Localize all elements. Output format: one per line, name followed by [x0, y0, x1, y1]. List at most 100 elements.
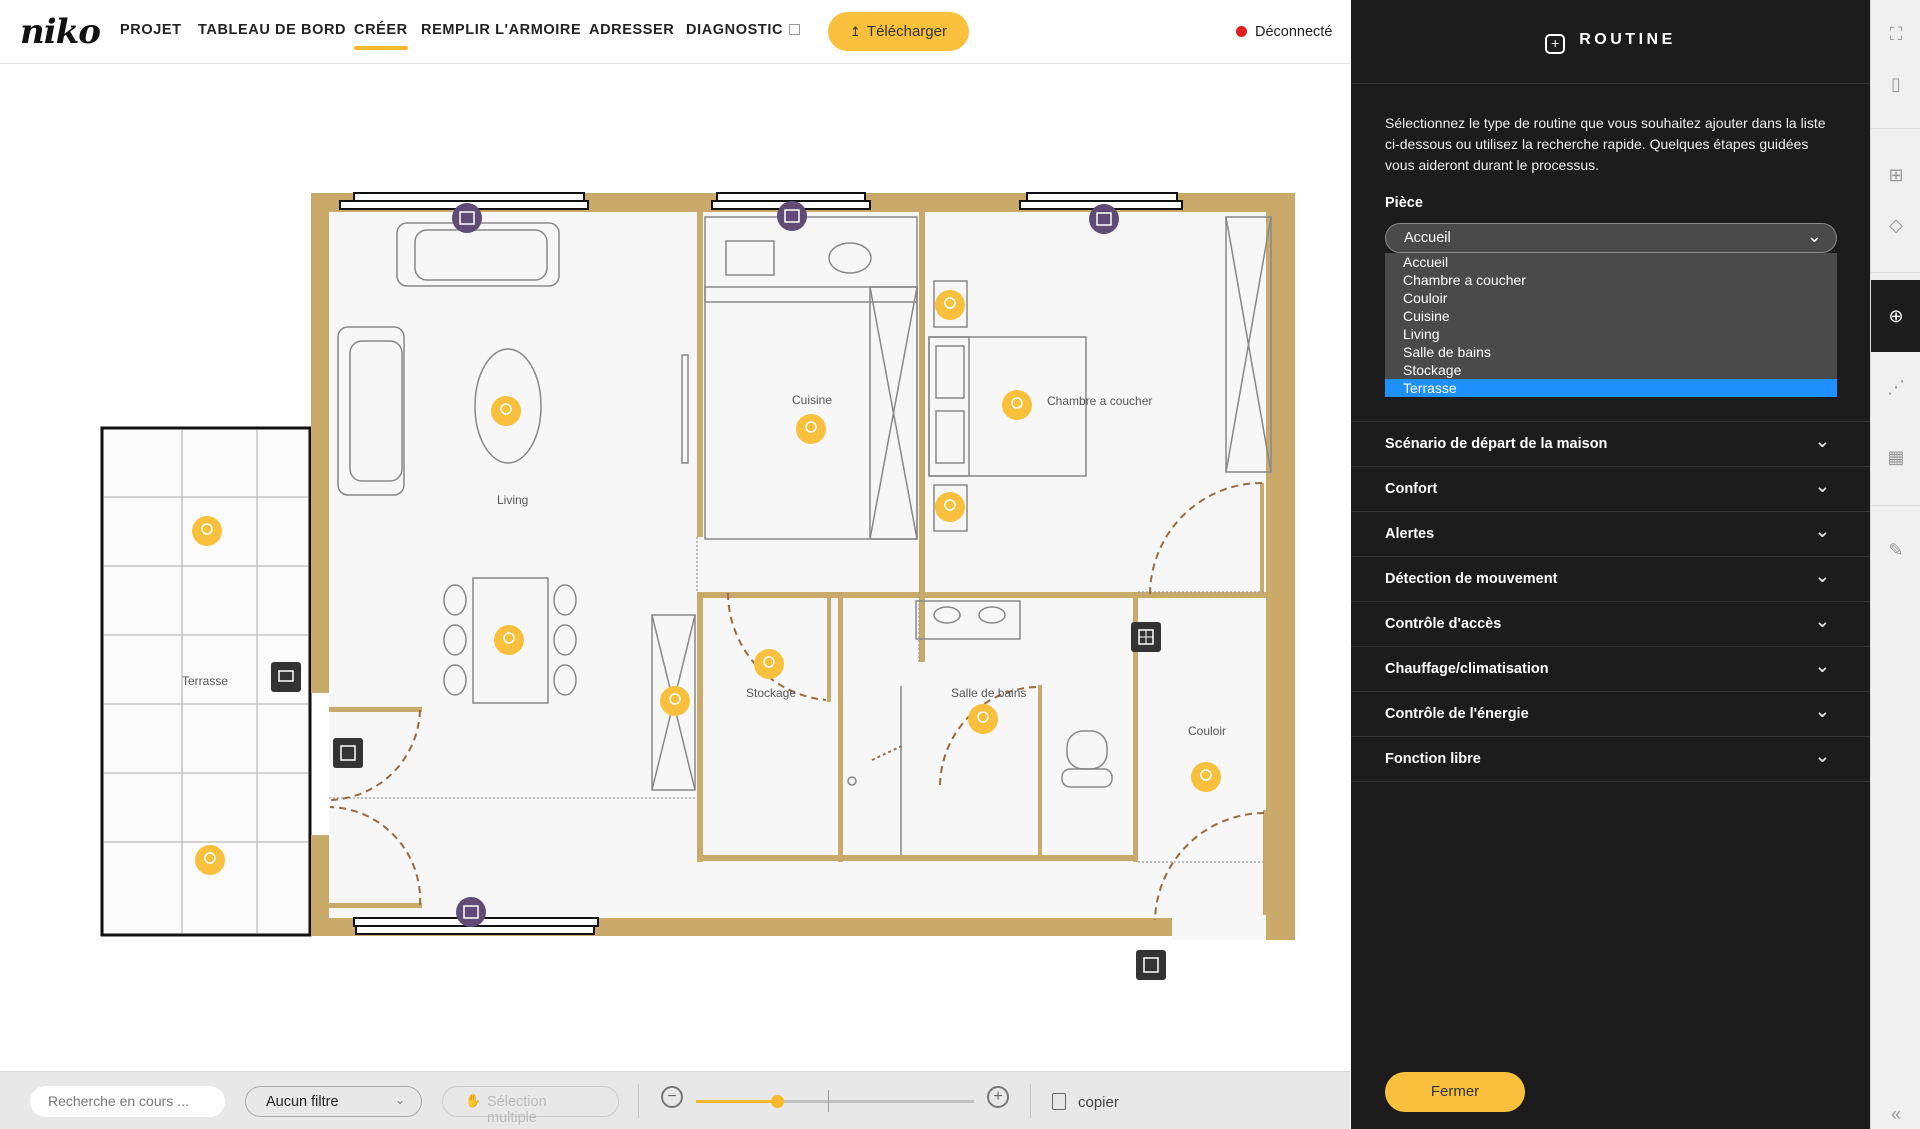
- floor-corner: [1172, 918, 1266, 940]
- light-bulb-icon[interactable]: [1002, 390, 1032, 420]
- piece-option[interactable]: Living: [1385, 325, 1837, 343]
- section-label: Scénario de départ de la maison: [1385, 436, 1608, 452]
- chevron-down-icon: ⌄: [1814, 656, 1830, 676]
- light-bulb-icon[interactable]: [192, 516, 222, 546]
- status-label: Déconnecté: [1255, 24, 1333, 40]
- routine-sections: Scénario de départ de la maison ⌄ Confort…: [1351, 421, 1870, 782]
- section-controle-energie[interactable]: Contrôle de l'énergie ⌄: [1351, 692, 1870, 737]
- piece-label: Pièce: [1385, 195, 1423, 211]
- filter-select[interactable]: Aucun filtre ⌄: [245, 1086, 422, 1117]
- light-bulb-icon[interactable]: [494, 625, 524, 655]
- section-label: Alertes: [1385, 526, 1435, 542]
- rail-divider: [1871, 272, 1920, 273]
- motion-sensor-icon[interactable]: [271, 662, 301, 692]
- shutter-icon[interactable]: [777, 201, 807, 231]
- switch-icon[interactable]: [1136, 950, 1166, 980]
- section-label: Confort: [1385, 481, 1438, 497]
- niko-logo[interactable]: niko: [20, 12, 101, 52]
- download-label: Télécharger: [866, 23, 947, 40]
- copy-icon: [1052, 1093, 1066, 1110]
- nav-projet[interactable]: PROJET: [120, 22, 182, 38]
- piece-select[interactable]: Accueil ⌄: [1385, 223, 1837, 253]
- section-controle-acces[interactable]: Contrôle d'accès ⌄: [1351, 602, 1870, 647]
- chevron-down-icon: ⌄: [394, 1093, 405, 1107]
- routine-panel: + ROUTINE Sélectionnez le type de routine…: [1351, 0, 1870, 1129]
- search-input[interactable]: Recherche en cours ...: [30, 1086, 225, 1117]
- map-icon[interactable]: ▯: [1871, 64, 1920, 104]
- panel-description: Sélectionnez le type de routine que vous…: [1385, 115, 1826, 173]
- piece-option[interactable]: Salle de bains: [1385, 343, 1837, 361]
- light-bulb-icon[interactable]: [1191, 762, 1221, 792]
- piece-option[interactable]: Couloir: [1385, 289, 1837, 307]
- shutter-icon[interactable]: [1089, 204, 1119, 234]
- piece-select-value: Accueil: [1404, 230, 1451, 246]
- chevron-down-icon: ⌄: [1814, 701, 1830, 721]
- chevron-down-icon: ⌄: [1814, 521, 1830, 541]
- status-dot-icon: [1236, 26, 1247, 37]
- section-label: Chauffage/climatisation: [1385, 661, 1549, 677]
- switch-icon[interactable]: [333, 738, 363, 768]
- floor: [329, 212, 1266, 918]
- tools-icon[interactable]: ✎: [1871, 530, 1920, 570]
- shutter-icon[interactable]: [452, 203, 482, 233]
- nav-creer[interactable]: CRÉER: [354, 22, 408, 50]
- zoom-slider[interactable]: [696, 1095, 974, 1108]
- rail-divider: [1871, 505, 1920, 506]
- collapse-icon[interactable]: «: [1871, 1094, 1920, 1129]
- piece-option[interactable]: Chambre a coucher: [1385, 271, 1837, 289]
- light-bulb-icon[interactable]: [754, 649, 784, 679]
- copy-button[interactable]: copier: [1052, 1090, 1119, 1111]
- piece-option[interactable]: Cuisine: [1385, 307, 1837, 325]
- nav-diagnostic[interactable]: DIAGNOSTIC: [686, 22, 801, 38]
- add-shapes-icon[interactable]: ◇: [1871, 205, 1920, 245]
- room-label-chambre: Chambre a coucher: [1047, 394, 1152, 408]
- section-chauffage[interactable]: Chauffage/climatisation ⌄: [1351, 647, 1870, 692]
- chevron-down-icon: ⌄: [1814, 566, 1830, 586]
- routine-icon[interactable]: ⊕: [1871, 280, 1920, 352]
- add-box-icon[interactable]: ⊞: [1871, 155, 1920, 195]
- light-bulb-icon[interactable]: [491, 396, 521, 426]
- floorplan-svg[interactable]: Living Cuisine Chambre a coucher Terrass…: [0, 65, 1350, 1071]
- chevron-down-icon: ⌄: [1814, 611, 1830, 631]
- section-label: Fonction libre: [1385, 751, 1481, 767]
- section-alertes[interactable]: Alertes ⌄: [1351, 512, 1870, 557]
- zoom-default-mark: [828, 1090, 829, 1112]
- share-nodes-icon[interactable]: ⋰: [1871, 367, 1920, 407]
- nav-remplir-armoire[interactable]: REMPLIR L'ARMOIRE: [421, 22, 581, 38]
- multi-select-label: Sélection multiple: [487, 1094, 547, 1126]
- chevron-down-icon: ⌄: [1806, 226, 1822, 246]
- calendar-icon[interactable]: ▦: [1871, 437, 1920, 477]
- fullscreen-icon[interactable]: ⛶: [1871, 14, 1920, 54]
- download-button[interactable]: ↥ Télécharger: [828, 12, 969, 51]
- zoom-in-icon[interactable]: +: [987, 1086, 1009, 1108]
- hand-icon: ✋: [465, 1093, 482, 1108]
- nav-adresser[interactable]: ADRESSER: [589, 22, 674, 38]
- close-button[interactable]: Fermer: [1385, 1072, 1525, 1112]
- panel-title: ROUTINE: [1579, 31, 1676, 48]
- piece-option[interactable]: Accueil: [1385, 253, 1837, 271]
- tool-rail: ⛶ ▯ ⊞ ◇ ⊕ ⋰ ▦ ✎ «: [1870, 0, 1920, 1129]
- zoom-slider-thumb[interactable]: [770, 1095, 784, 1108]
- section-detection-mouvement[interactable]: Détection de mouvement ⌄: [1351, 557, 1870, 602]
- light-bulb-icon[interactable]: [796, 414, 826, 444]
- light-bulb-icon[interactable]: [935, 492, 965, 522]
- light-bulb-icon[interactable]: [935, 290, 965, 320]
- light-bulb-icon[interactable]: [968, 704, 998, 734]
- shutter-icon[interactable]: [456, 897, 486, 927]
- multi-switch-icon[interactable]: [1131, 622, 1161, 652]
- piece-option-highlighted[interactable]: Terrasse: [1385, 379, 1837, 397]
- external-link-icon: [789, 24, 801, 35]
- section-fonction-libre[interactable]: Fonction libre ⌄: [1351, 737, 1870, 782]
- multi-select-button[interactable]: ✋ Sélection multiple: [442, 1086, 619, 1126]
- floorplan-canvas[interactable]: Living Cuisine Chambre a coucher Terrass…: [0, 65, 1350, 1071]
- section-confort[interactable]: Confort ⌄: [1351, 467, 1870, 512]
- nav-diagnostic-label: DIAGNOSTIC: [686, 22, 784, 38]
- nav-tableau-de-bord[interactable]: TABLEAU DE BORD: [198, 22, 346, 38]
- light-bulb-icon[interactable]: [195, 845, 225, 875]
- light-bulb-icon[interactable]: [660, 686, 690, 716]
- chevron-down-icon: ⌄: [1814, 746, 1830, 766]
- zoom-out-icon[interactable]: −: [661, 1086, 683, 1108]
- piece-option[interactable]: Stockage: [1385, 361, 1837, 379]
- section-scenario-depart[interactable]: Scénario de départ de la maison ⌄: [1351, 422, 1870, 467]
- room-label-terrasse: Terrasse: [182, 674, 228, 688]
